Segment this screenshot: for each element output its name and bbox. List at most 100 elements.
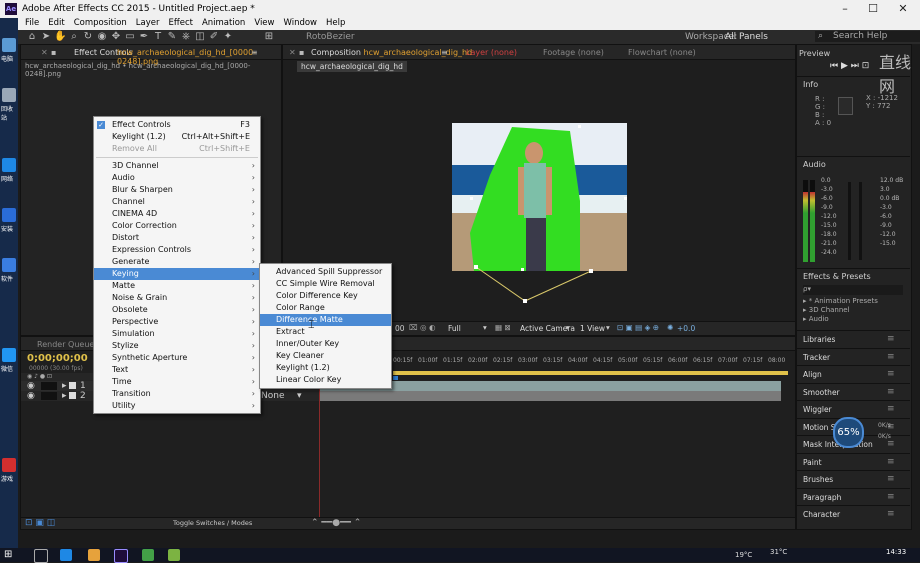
comp-flowchart-icon[interactable]: ⊡ ▣ ◫ <box>25 518 55 528</box>
recorder-icon[interactable] <box>168 549 180 561</box>
menu-item-perspective[interactable]: Perspective › <box>94 316 260 328</box>
browser-icon[interactable] <box>60 549 72 561</box>
snapping-icon[interactable]: ⊞ <box>263 31 275 43</box>
menu-item-channel[interactable]: Channel › <box>94 196 260 208</box>
menu-animation[interactable]: Animation <box>202 18 245 28</box>
select-tool-icon[interactable]: ➤ <box>40 31 52 43</box>
menu-item-transition[interactable]: Transition › <box>94 388 260 400</box>
workspace-dropdown[interactable]: All Panels <box>725 32 768 42</box>
panel-paint[interactable]: Paint ≡ <box>797 452 910 471</box>
menu-item-cinema-4d[interactable]: CINEMA 4D › <box>94 208 260 220</box>
menu-item-audio[interactable]: Audio › <box>94 172 260 184</box>
keying-item-keylight-1-2-[interactable]: Keylight (1.2) <box>260 362 391 374</box>
panel-libraries[interactable]: Libraries ≡ <box>797 330 910 348</box>
exposure-value[interactable]: +0.0 <box>677 324 695 333</box>
minimize-icon[interactable]: – <box>838 2 852 16</box>
rotobezier-label[interactable]: RotoBezier <box>306 32 355 42</box>
panel-menu-icon[interactable]: ≡ <box>887 387 895 397</box>
zoom-tool-icon[interactable]: ⌕ <box>68 31 80 43</box>
menu-item-text[interactable]: Text › <box>94 364 260 376</box>
keying-item-cc-simple-wire-removal[interactable]: CC Simple Wire Removal <box>260 278 391 290</box>
panel-menu-icon[interactable]: ≡ <box>441 48 448 57</box>
menu-item-keying[interactable]: Keying › <box>94 268 260 280</box>
keying-item-advanced-spill-suppressor[interactable]: Advanced Spill Suppressor <box>260 266 391 278</box>
app-icon[interactable] <box>2 348 16 362</box>
fast-previews-icon[interactable]: ⊡ ▣ ▤ ◈ ⊕ <box>617 323 659 332</box>
panel-menu-icon[interactable]: ≡ <box>251 48 258 57</box>
menu-effect[interactable]: Effect <box>169 18 193 28</box>
close-icon[interactable]: ✕ <box>896 2 910 16</box>
recycle-bin-icon[interactable] <box>2 88 16 102</box>
effects-preset-item[interactable]: ▸ * Animation Presets <box>803 297 878 306</box>
panel-brushes[interactable]: Brushes ≡ <box>797 470 910 488</box>
camera-tool-icon[interactable]: ◉ <box>96 31 108 43</box>
panel-align[interactable]: Align ≡ <box>797 365 910 383</box>
panel-wiggler[interactable]: Wiggler ≡ <box>797 400 910 418</box>
panel-smoother[interactable]: Smoother ≡ <box>797 382 910 401</box>
game-icon[interactable] <box>2 458 16 472</box>
resolution-dropdown[interactable]: Full <box>448 324 461 333</box>
keying-item-extract[interactable]: Extract <box>260 326 391 338</box>
chevron-down-icon[interactable]: ▾ <box>606 323 610 332</box>
panel-menu-icon[interactable]: ≡ <box>887 352 895 362</box>
tab-flowchart[interactable]: Flowchart (none) <box>628 48 696 57</box>
maximize-icon[interactable]: ☐ <box>866 2 880 16</box>
chevron-down-icon[interactable]: ▾ <box>297 391 302 401</box>
installer-icon[interactable] <box>2 208 16 222</box>
menu-item-time[interactable]: Time › <box>94 376 260 388</box>
playback-controls[interactable]: ⏮ ▶ ⏭ ⊡ <box>830 61 869 71</box>
panel-menu-icon[interactable]: ≡ <box>887 404 895 414</box>
tab-render-queue[interactable]: Render Queue <box>37 340 94 349</box>
time-ruler[interactable]: 00:15f 01:00f 01:15f 02:00f 02:15f 03:00f 03:1… <box>393 357 791 369</box>
layer-label-color[interactable] <box>69 392 76 399</box>
panel-menu-icon[interactable]: ≡ <box>887 439 895 449</box>
comp-subtab[interactable]: hcw_archaeological_dig_hd <box>297 61 407 72</box>
menu-item-noise-grain[interactable]: Noise & Grain › <box>94 292 260 304</box>
panel-menu-icon[interactable]: ≡ <box>887 509 895 519</box>
network-icon[interactable] <box>2 158 16 172</box>
task-view-icon[interactable] <box>34 549 48 563</box>
effects-preset-item[interactable]: ▸ Audio <box>803 315 878 324</box>
lock-icon[interactable]: ▪ <box>299 48 304 57</box>
menu-file[interactable]: File <box>25 18 39 28</box>
keying-item-color-difference-key[interactable]: Color Difference Key <box>260 290 391 302</box>
panel-tracker[interactable]: Tracker ≡ <box>797 347 910 366</box>
zoom-slider[interactable]: ⌃ ━━●━━ ⌃ <box>311 518 361 528</box>
progress-badge[interactable]: 65% <box>833 417 864 448</box>
menu-composition[interactable]: Composition <box>74 18 127 28</box>
exposure-icon[interactable]: ✺ <box>667 323 673 332</box>
keying-item-inner-outer-key[interactable]: Inner/Outer Key <box>260 338 391 350</box>
menu-item-remove-all[interactable]: Remove All Ctrl+Shift+E <box>94 143 260 155</box>
panel-character[interactable]: Character ≡ <box>797 505 910 523</box>
brush-tool-icon[interactable]: ✎ <box>166 31 178 43</box>
panel-menu-icon[interactable]: ≡ <box>887 334 895 344</box>
keying-item-linear-color-key[interactable]: Linear Color Key <box>260 374 391 386</box>
layer-label-color[interactable] <box>69 382 76 389</box>
menu-item-utility[interactable]: Utility › <box>94 400 260 412</box>
menu-help[interactable]: Help <box>326 18 345 28</box>
menu-item-stylize[interactable]: Stylize › <box>94 340 260 352</box>
menu-item-expression-controls[interactable]: Expression Controls › <box>94 244 260 256</box>
lock-icon[interactable]: ▪ <box>51 48 56 57</box>
effects-preset-item[interactable]: ▸ 3D Channel <box>803 306 878 315</box>
region-of-interest-icon[interactable]: ▦ ⊠ <box>495 323 511 332</box>
eye-icon[interactable]: ◉ <box>27 381 35 391</box>
roto-brush-icon[interactable]: ✐ <box>208 31 220 43</box>
panel-menu-icon[interactable]: ≡ <box>887 474 895 484</box>
keying-item-color-range[interactable]: Color Range <box>260 302 391 314</box>
rectangle-tool-icon[interactable]: ▭ <box>124 31 136 43</box>
puppet-pin-icon[interactable]: ✦ <box>222 31 234 43</box>
solo-lock-switch[interactable] <box>41 382 57 390</box>
menu-item-generate[interactable]: Generate › <box>94 256 260 268</box>
view-layout-dropdown[interactable]: 1 View <box>580 324 605 333</box>
menu-item-matte[interactable]: Matte › <box>94 280 260 292</box>
menu-window[interactable]: Window <box>283 18 317 28</box>
rotate-tool-icon[interactable]: ↻ <box>82 31 94 43</box>
computer-icon[interactable] <box>2 38 16 52</box>
snapshot-icon[interactable]: ⌧ ◎ ◐ <box>409 323 436 332</box>
audio-slider-track[interactable] <box>848 182 851 260</box>
eye-icon[interactable]: ◉ <box>27 391 35 401</box>
current-time[interactable]: 0;00;00;00 <box>27 353 88 364</box>
menu-item-3d-channel[interactable]: 3D Channel › <box>94 160 260 172</box>
audio-slider-track[interactable] <box>859 182 862 260</box>
